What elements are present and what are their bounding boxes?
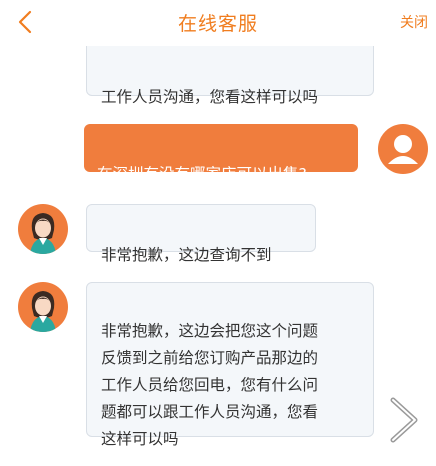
- agent-avatar: [18, 204, 68, 254]
- message-text: 非常抱歉，这边查询不到: [101, 246, 272, 264]
- message-text: 非常抱歉，这边会把您这个问题 反馈到之前给您订购产品那边的 工作人员给您回电，您…: [101, 322, 319, 448]
- user-message: 在深圳有没有哪家店可以出售?: [84, 124, 358, 183]
- message-text: 在深圳有没有哪家店可以出售?: [97, 165, 307, 183]
- user-avatar: [378, 124, 428, 174]
- chat-area[interactable]: 工作人员沟通，您看这样可以吗 在深圳有没有哪家店可以出售? 非常抱歉，这边查询不…: [0, 46, 436, 466]
- agent-message: 非常抱歉，这边查询不到: [86, 204, 316, 264]
- agent-avatar: [18, 282, 68, 332]
- header-bar: 在线客服 关闭: [0, 0, 436, 46]
- message-text: 工作人员沟通，您看这样可以吗: [101, 88, 319, 106]
- close-button[interactable]: 关闭: [400, 12, 428, 32]
- next-button[interactable]: [385, 396, 425, 444]
- page-title: 在线客服: [177, 13, 258, 35]
- agent-message: 工作人员沟通，您看这样可以吗: [86, 46, 374, 106]
- chevron-right-icon: [390, 397, 418, 443]
- agent-message: 非常抱歉，这边会把您这个问题 反馈到之前给您订购产品那边的 工作人员给您回电，您…: [86, 282, 374, 448]
